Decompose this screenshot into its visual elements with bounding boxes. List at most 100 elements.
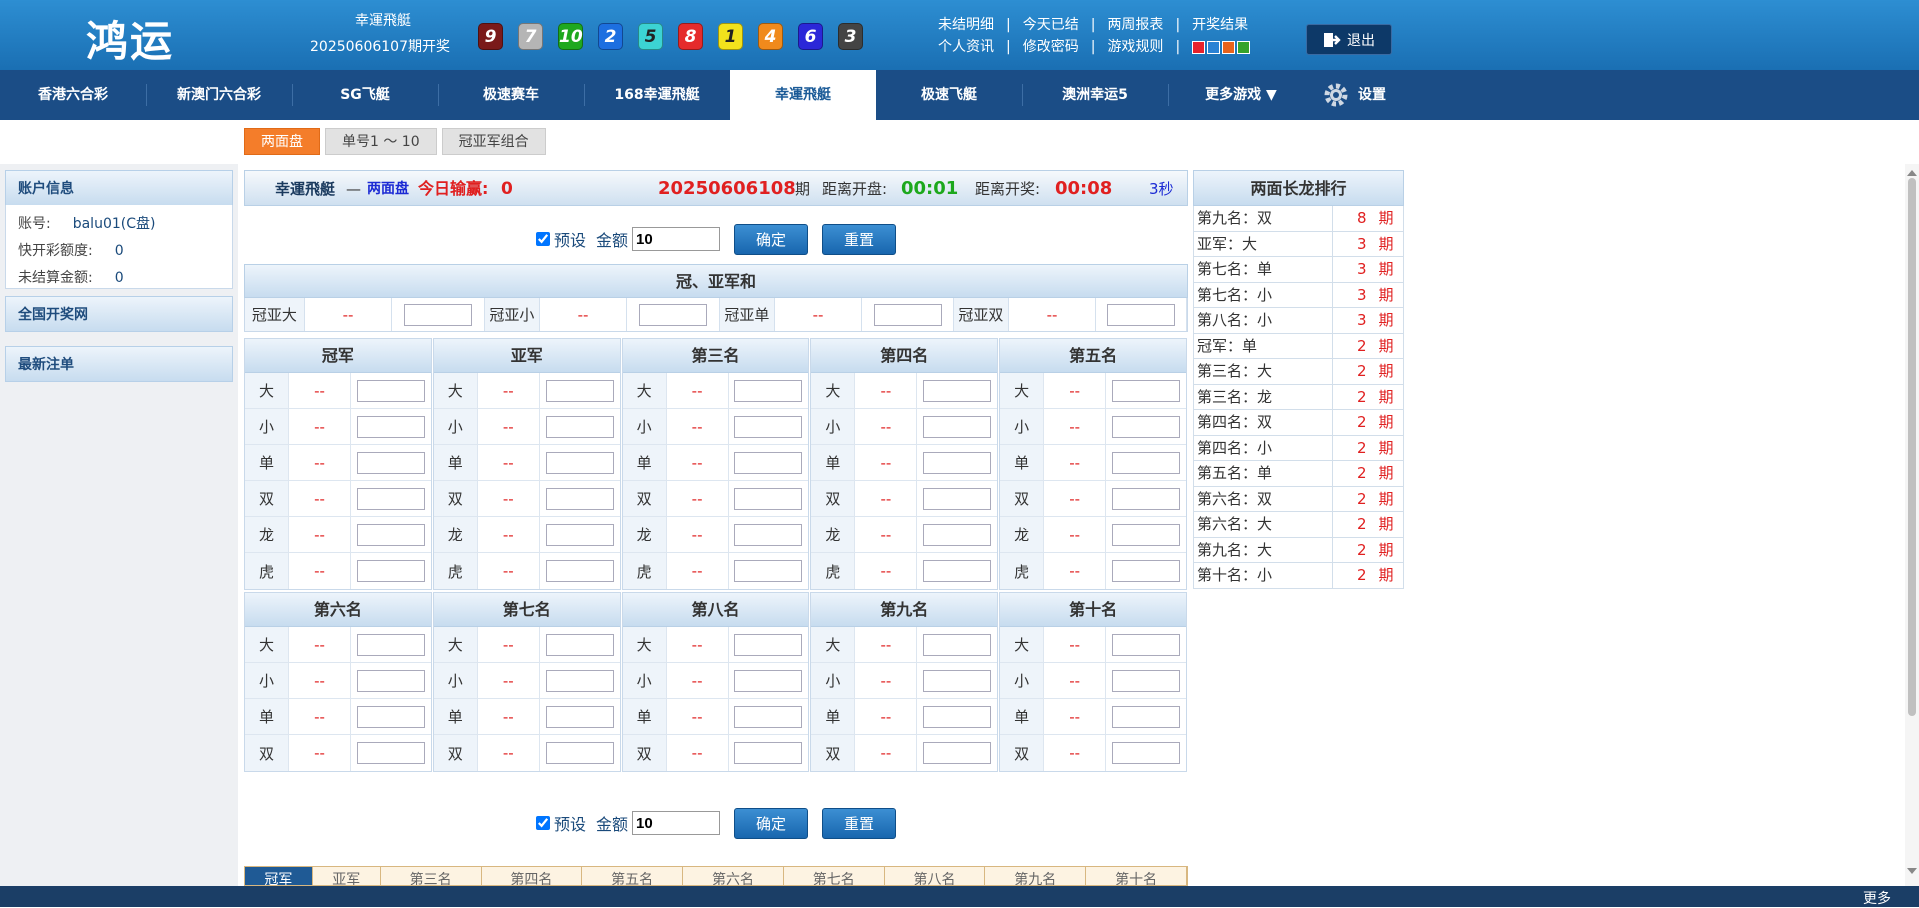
bet-amount-input[interactable] [1112,669,1181,692]
position-tab[interactable]: 第八名 [885,867,986,885]
position-tab[interactable]: 第六名 [683,867,784,885]
header-link[interactable]: 游戏规则 [1107,36,1163,58]
position-tab[interactable]: 第七名 [784,867,885,885]
logout-button[interactable]: 退出 [1306,24,1392,55]
scroll-up-icon[interactable] [1907,170,1917,176]
bet-amount-input[interactable] [356,415,425,438]
bet-amount-input[interactable] [545,523,614,546]
bet-amount-input[interactable] [923,487,992,510]
bet-amount-input[interactable] [356,633,425,656]
bet-amount-input[interactable] [923,705,992,728]
position-tab[interactable]: 第五名 [582,867,684,885]
header-link[interactable]: 今天已结 [1023,14,1079,36]
nav-item-game[interactable]: 极速赛车 [438,70,584,120]
bet-amount-input[interactable] [1112,560,1181,582]
bet-amount-input[interactable] [356,451,425,474]
bet-amount-input[interactable] [923,633,992,656]
header-link[interactable]: 两周报表 [1107,14,1163,36]
bet-amount-input[interactable] [545,487,614,510]
bet-amount-input[interactable] [545,633,614,656]
position-tab[interactable]: 第十名 [1086,867,1187,885]
bet-amount-input[interactable] [545,379,614,402]
subtab[interactable]: 单号1 ～ 10 [325,128,437,155]
position-tab[interactable]: 冠军 [245,867,313,885]
bet-amount-input[interactable] [734,379,803,402]
scroll-thumb[interactable] [1908,178,1916,716]
bet-amount-input[interactable] [356,523,425,546]
bet-amount-input[interactable] [545,560,614,582]
theme-swatch[interactable] [1237,40,1251,54]
confirm-button[interactable]: 确定 [734,223,809,255]
bet-amount-input[interactable] [356,487,425,510]
bet-amount-input[interactable] [356,669,425,692]
bet-amount-input[interactable] [1112,415,1181,438]
bet-amount-input[interactable] [923,560,992,582]
bet-amount-input[interactable] [1112,487,1181,510]
bet-amount-input[interactable] [734,705,803,728]
bet-amount-input[interactable] [545,742,614,764]
scroll-down-icon[interactable] [1907,868,1917,874]
bet-amount-input[interactable] [923,523,992,546]
bet-amount-input[interactable] [923,669,992,692]
bet-amount-input[interactable] [1112,451,1181,474]
amount-input[interactable] [632,811,721,835]
latest-bets-header[interactable]: 最新注单 [5,346,233,382]
bet-amount-input[interactable] [923,742,992,764]
theme-swatch[interactable] [1207,40,1221,54]
position-tab[interactable]: 亚军 [313,867,381,885]
sum-bet-input[interactable] [404,303,473,326]
nav-item-game[interactable]: 幸運飛艇 [730,70,876,120]
subtab[interactable]: 冠亚军组合 [441,128,546,155]
more-link[interactable]: 更多 [1863,888,1891,908]
preset-checkbox[interactable] [535,232,550,246]
sum-bet-input[interactable] [873,303,942,326]
bet-amount-input[interactable] [356,560,425,582]
nav-item-game[interactable]: 香港六合彩 [0,70,146,120]
nav-item-game[interactable]: SG飞艇 [292,70,438,120]
national-draw-header[interactable]: 全国开奖网 [5,296,233,332]
bet-amount-input[interactable] [734,487,803,510]
nav-item-game[interactable]: 极速飞艇 [876,70,1022,120]
bet-amount-input[interactable] [356,742,425,764]
bet-amount-input[interactable] [356,705,425,728]
theme-swatch[interactable] [1192,40,1206,54]
sum-bet-input[interactable] [1107,303,1176,326]
bet-amount-input[interactable] [734,742,803,764]
bet-amount-input[interactable] [734,523,803,546]
confirm-button[interactable]: 确定 [734,807,809,839]
bet-amount-input[interactable] [734,560,803,582]
reset-button[interactable]: 重置 [822,223,897,255]
bet-amount-input[interactable] [923,415,992,438]
nav-item-game[interactable]: 更多游戏 ▼ [1168,70,1314,120]
reset-button[interactable]: 重置 [822,807,897,839]
theme-swatch[interactable] [1222,40,1236,54]
account-info-header[interactable]: 账户信息 [5,170,233,206]
bet-amount-input[interactable] [545,705,614,728]
preset-checkbox[interactable] [535,816,550,830]
position-tab[interactable]: 第三名 [381,867,482,885]
bet-amount-input[interactable] [1112,379,1181,402]
subtab[interactable]: 两面盘 [244,128,320,155]
position-tab[interactable]: 第九名 [985,867,1087,885]
nav-item-game[interactable]: 澳洲幸运5 [1022,70,1168,120]
amount-input[interactable] [632,227,721,251]
bet-amount-input[interactable] [545,451,614,474]
bet-amount-input[interactable] [545,415,614,438]
position-tab[interactable]: 第四名 [482,867,583,885]
bet-amount-input[interactable] [1112,705,1181,728]
bet-amount-input[interactable] [545,669,614,692]
header-link[interactable]: 个人资讯 [938,36,994,58]
bet-amount-input[interactable] [734,451,803,474]
header-link[interactable]: 未结明细 [938,14,994,36]
bet-amount-input[interactable] [1112,523,1181,546]
nav-item-game[interactable]: 新澳门六合彩 [146,70,292,120]
refresh-timer[interactable]: 3秒 [1149,171,1174,207]
scrollbar[interactable] [1905,164,1919,886]
bet-amount-input[interactable] [1112,633,1181,656]
settings-button[interactable]: 设置 [1322,70,1422,120]
bet-amount-input[interactable] [734,633,803,656]
header-link[interactable]: 开奖结果 [1192,14,1248,36]
bet-amount-input[interactable] [1112,742,1181,764]
nav-item-game[interactable]: 168幸運飛艇 [584,70,730,120]
sum-bet-input[interactable] [639,303,708,326]
